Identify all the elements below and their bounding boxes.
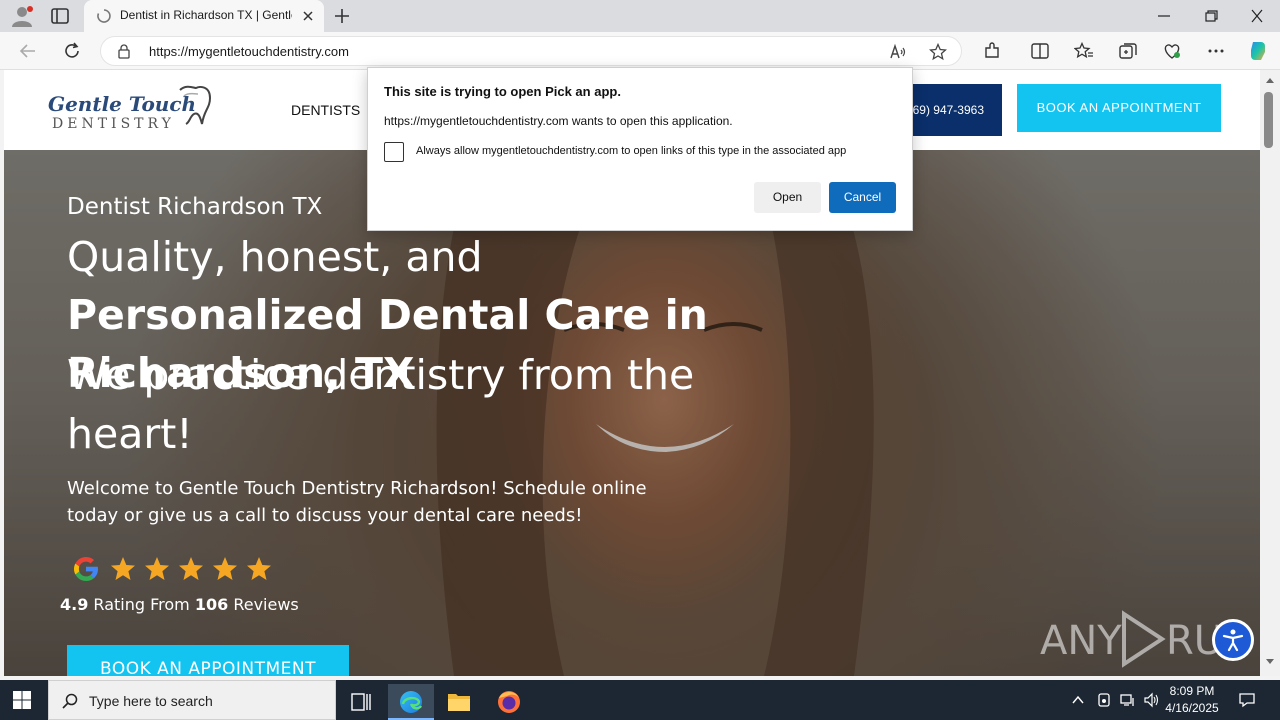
- favorite-star-icon[interactable]: [929, 43, 947, 61]
- hero-tagline: We practice dentistry from the heart!: [67, 351, 695, 458]
- clock-time[interactable]: 8:09 PM: [1160, 684, 1224, 698]
- close-window-icon[interactable]: [1248, 8, 1266, 24]
- open-app-dialog: This site is trying to open Pick an app.…: [367, 67, 913, 231]
- site-logo[interactable]: Gentle Touch DENTISTRY: [48, 78, 218, 142]
- book-appointment-header-button[interactable]: BOOK AN APPOINTMENT: [1017, 84, 1221, 132]
- clock-date[interactable]: 4/16/2025: [1160, 701, 1224, 715]
- new-tab-icon[interactable]: [332, 6, 352, 26]
- cancel-button[interactable]: Cancel: [829, 182, 896, 213]
- dialog-message: https://mygentletouchdentistry.com wants…: [384, 114, 733, 128]
- always-allow-label[interactable]: Always allow mygentletouchdentistry.com …: [416, 145, 846, 157]
- file-explorer-icon[interactable]: [436, 684, 482, 720]
- tray-overflow-chevron-icon[interactable]: [1070, 692, 1086, 708]
- always-allow-checkbox[interactable]: [384, 142, 404, 162]
- extensions-icon[interactable]: [982, 42, 1002, 60]
- accessibility-icon: [1222, 629, 1244, 652]
- logo-text-bottom: DENTISTRY: [52, 116, 175, 132]
- star-icon: [247, 557, 271, 580]
- star-icon: [213, 557, 237, 580]
- more-options-icon[interactable]: [1206, 42, 1226, 60]
- book-appointment-hero-button[interactable]: BOOK AN APPOINTMENT: [67, 645, 349, 676]
- browser-tab-bar: Dentist in Richardson TX | Gentle Touch …: [0, 0, 1280, 32]
- loading-icon: [97, 9, 111, 23]
- rating-mid: Rating From: [88, 595, 195, 614]
- anyrun-watermark: ANY RUN: [1040, 610, 1218, 668]
- tray-device-icon[interactable]: [1096, 692, 1112, 708]
- google-icon: [74, 557, 98, 581]
- search-placeholder: Type here to search: [89, 693, 213, 709]
- firefox-icon[interactable]: [486, 684, 532, 720]
- profile-icon[interactable]: [10, 5, 34, 27]
- url-text: https://mygentletouchdentistry.com: [149, 44, 349, 59]
- tab-actions-icon[interactable]: [50, 6, 70, 26]
- browser-essentials-icon[interactable]: [1162, 42, 1182, 60]
- windows-taskbar: Type here to search 8:09 PM 4/16/2025: [0, 680, 1280, 720]
- phone-button[interactable]: (469) 947-3963: [899, 84, 1002, 136]
- read-aloud-icon[interactable]: [889, 43, 907, 61]
- minimize-icon[interactable]: [1155, 8, 1173, 24]
- page-scrollbar[interactable]: [1260, 70, 1280, 676]
- rating-summary: 4.9 Rating From 106 Reviews: [60, 595, 299, 614]
- watermark-text-any: ANY: [1040, 618, 1122, 664]
- scroll-up-icon[interactable]: [1265, 76, 1275, 84]
- favorites-icon[interactable]: [1074, 42, 1094, 60]
- lock-icon[interactable]: [117, 44, 131, 59]
- task-view-icon[interactable]: [338, 684, 384, 720]
- star-icon: [179, 557, 203, 580]
- scroll-down-icon[interactable]: [1265, 658, 1275, 666]
- google-rating-stars: [70, 553, 290, 585]
- star-icon: [111, 557, 135, 580]
- watermark-text-run: RUN: [1166, 618, 1218, 664]
- url-field[interactable]: https://mygentletouchdentistry.com: [100, 36, 962, 66]
- edge-taskbar-button[interactable]: [388, 684, 434, 720]
- back-arrow-icon[interactable]: [18, 41, 38, 61]
- close-tab-icon[interactable]: [300, 8, 316, 24]
- star-icon: [145, 557, 169, 580]
- tooth-icon: [179, 85, 212, 125]
- taskbar-search-box[interactable]: Type here to search: [48, 680, 336, 720]
- restore-icon[interactable]: [1202, 8, 1220, 24]
- open-button[interactable]: Open: [754, 182, 821, 213]
- rating-value: 4.9: [60, 595, 89, 614]
- hero-welcome-text: Welcome to Gentle Touch Dentistry Richar…: [67, 478, 647, 526]
- collections-icon[interactable]: [1118, 42, 1138, 60]
- rating-count: 106: [194, 595, 229, 614]
- search-icon: [62, 693, 78, 709]
- tab-title: Dentist in Richardson TX | Gentle Touch …: [120, 8, 292, 22]
- hero-title-normal: Quality, honest, and: [67, 233, 483, 281]
- reload-icon[interactable]: [62, 41, 82, 61]
- split-screen-icon[interactable]: [1030, 42, 1050, 60]
- dialog-title: This site is trying to open Pick an app.: [384, 84, 621, 99]
- windows-start-icon[interactable]: [12, 690, 32, 710]
- edge-icon: [400, 691, 423, 713]
- notification-icon[interactable]: [1238, 691, 1256, 709]
- hero-subtitle: Dentist Richardson TX: [67, 194, 323, 220]
- address-bar-row: https://mygentletouchdentistry.com: [0, 32, 1280, 70]
- browser-tab-active[interactable]: Dentist in Richardson TX | Gentle Touch …: [84, 0, 324, 32]
- copilot-icon[interactable]: [1246, 39, 1270, 63]
- scroll-thumb[interactable]: [1264, 92, 1273, 148]
- nav-link-dentists[interactable]: DENTISTS: [291, 102, 360, 118]
- rating-end: Reviews: [228, 595, 299, 614]
- volume-icon[interactable]: [1143, 692, 1159, 708]
- network-icon[interactable]: [1120, 692, 1136, 708]
- accessibility-button[interactable]: [1212, 619, 1254, 661]
